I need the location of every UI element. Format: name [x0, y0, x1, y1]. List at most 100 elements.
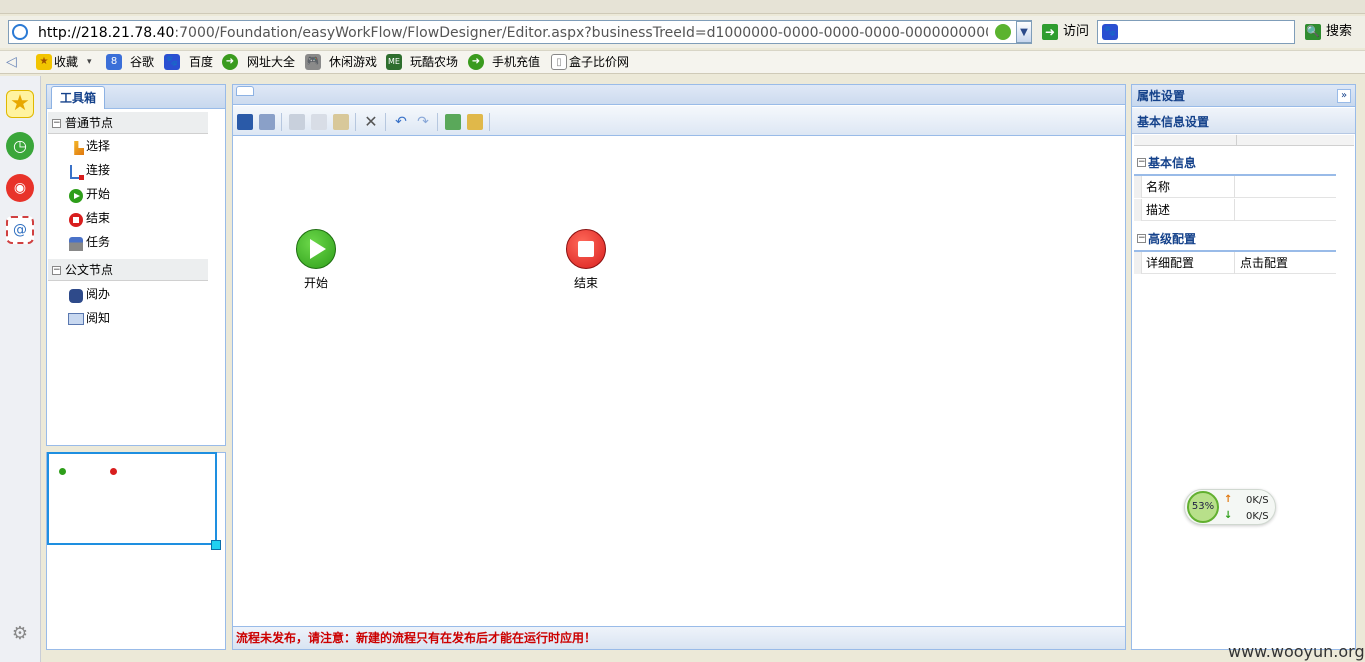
overview-resize-handle[interactable] [211, 540, 221, 550]
upload-speed: 0K/S [1246, 495, 1269, 506]
address-url[interactable]: http://218.21.78.40:7000/Foundation/easy… [38, 24, 988, 42]
section-advanced-config[interactable]: 高级配置 [1148, 231, 1196, 247]
tool-end[interactable]: 结束 [86, 207, 110, 229]
overview-start-dot [59, 468, 66, 475]
publish-warning: 流程未发布，请注意：新建的流程只有在发布后才能在运行时应用！ [236, 631, 597, 645]
baidu-search-input[interactable] [1097, 20, 1295, 44]
fav-link-recharge[interactable]: 手机充值 [492, 53, 540, 71]
refresh-icon[interactable] [995, 24, 1011, 40]
toolbar-separator [281, 113, 282, 131]
copy-icon[interactable] [311, 114, 327, 130]
settings-gear-icon[interactable]: ⚙ [10, 624, 30, 644]
row-marker [1134, 199, 1142, 221]
toolbar-separator [385, 113, 386, 131]
overview-end-dot [110, 468, 117, 475]
tool-task[interactable]: 任务 [86, 231, 110, 253]
end-node-stop-icon [578, 241, 594, 257]
gamepad-icon: 🎮 [305, 54, 321, 70]
favorites-star-icon[interactable]: ★ [6, 90, 34, 118]
end-node-label: 结束 [573, 276, 598, 290]
redo-icon[interactable]: ↷ [415, 114, 431, 130]
weibo-icon[interactable]: ◉ [6, 174, 34, 202]
fav-link-compare[interactable]: 盒子比价网 [569, 53, 629, 71]
group-document-nodes[interactable]: 公文节点 [48, 259, 208, 281]
save-as-icon[interactable] [259, 114, 275, 130]
publish-icon[interactable] [467, 114, 483, 130]
recharge-icon: ➜ [468, 54, 484, 70]
designer-tab-bar [233, 85, 1125, 105]
row-marker [1134, 176, 1142, 198]
mail-icon[interactable]: @ [6, 216, 34, 244]
toolbar-separator [489, 113, 490, 131]
import-icon[interactable] [445, 114, 461, 130]
prop-name-label: 名称 [1146, 180, 1171, 194]
collapse-icon[interactable]: − [1137, 234, 1146, 243]
group-label: 普通节点 [65, 116, 114, 130]
tool-start[interactable]: 开始 [86, 183, 110, 205]
watermark: www.wooyun.org [1228, 642, 1365, 661]
property-subtitle: 基本信息设置 [1137, 115, 1210, 129]
section-basic-info[interactable]: 基本信息 [1148, 155, 1196, 171]
flow-canvas[interactable] [233, 137, 1125, 625]
address-dropdown-button[interactable]: ▼ [1016, 21, 1032, 43]
download-speed: 0K/S [1246, 511, 1269, 522]
row-divider [1234, 252, 1235, 274]
end-square [73, 217, 79, 223]
tool-read-notify[interactable]: 阅知 [86, 307, 110, 329]
collapse-icon[interactable]: − [1137, 158, 1146, 167]
collapse-right-icon[interactable]: » [1337, 89, 1351, 103]
fav-link-games[interactable]: 休闲游戏 [329, 53, 377, 71]
favorites-menu[interactable]: 收藏 [54, 53, 78, 71]
baidu-paw-icon[interactable]: 🐾 [1102, 24, 1118, 40]
fav-link-farm[interactable]: 玩酷农场 [410, 53, 458, 71]
connect-end-icon [79, 175, 84, 180]
task-user-icon [69, 237, 83, 251]
row-marker [1134, 252, 1142, 274]
prop-detail-config-label: 详细配置 [1146, 256, 1195, 270]
undo-icon[interactable]: ↶ [393, 114, 409, 130]
collapse-icon[interactable]: − [52, 266, 61, 275]
fav-link-baidu[interactable]: 百度 [189, 53, 213, 71]
start-triangle [74, 193, 80, 199]
cut-icon[interactable] [289, 114, 305, 130]
go-arrow-icon[interactable]: ➜ [1042, 24, 1058, 40]
overview-viewport[interactable] [47, 452, 217, 545]
property-column-header [1134, 135, 1354, 146]
collapse-icon[interactable]: − [52, 119, 61, 128]
fav-link-google[interactable]: 谷歌 [130, 53, 154, 71]
toolbar-separator [437, 113, 438, 131]
baidu-icon: 🐾 [164, 54, 180, 70]
search-button[interactable]: 搜索 [1326, 24, 1352, 40]
tool-read-handle[interactable]: 阅办 [86, 283, 110, 305]
search-icon[interactable]: 🔍 [1305, 24, 1321, 40]
start-node-play-icon [310, 239, 326, 259]
side-quick-bar [0, 76, 41, 662]
go-button[interactable]: 访问 [1063, 24, 1089, 40]
designer-tab[interactable] [236, 86, 254, 96]
prop-detail-config-value[interactable]: 点击配置 [1240, 252, 1288, 274]
property-title: 属性设置 [1137, 89, 1186, 103]
start-node-label: 开始 [303, 276, 328, 290]
history-clock-icon[interactable]: ◷ [6, 132, 34, 160]
paste-icon[interactable] [333, 114, 349, 130]
prop-description-label: 描述 [1146, 203, 1171, 217]
group-normal-nodes[interactable]: 普通节点 [48, 112, 208, 134]
fav-link-hao[interactable]: 网址大全 [247, 53, 295, 71]
download-arrow-icon: ↓ [1224, 510, 1233, 521]
group-label: 公文节点 [65, 263, 114, 277]
tab-toolbox[interactable]: 工具箱 [51, 86, 105, 109]
page-icon: ▯ [551, 54, 567, 70]
row-divider [1234, 199, 1235, 221]
favorites-menu-dropdown-icon[interactable]: ▾ [87, 53, 92, 71]
column-divider [1236, 135, 1237, 146]
tool-select[interactable]: 选择 [86, 135, 110, 157]
tool-connect[interactable]: 连接 [86, 159, 110, 181]
browser-top-strip [0, 0, 1365, 14]
save-icon[interactable] [237, 114, 253, 130]
toolbar-separator [355, 113, 356, 131]
favorites-back-icon[interactable]: ◁ [6, 54, 20, 70]
me-icon: ME [386, 54, 402, 70]
delete-icon[interactable]: ✕ [363, 114, 379, 130]
row-divider [1234, 176, 1235, 198]
ie-page-icon [12, 24, 28, 40]
